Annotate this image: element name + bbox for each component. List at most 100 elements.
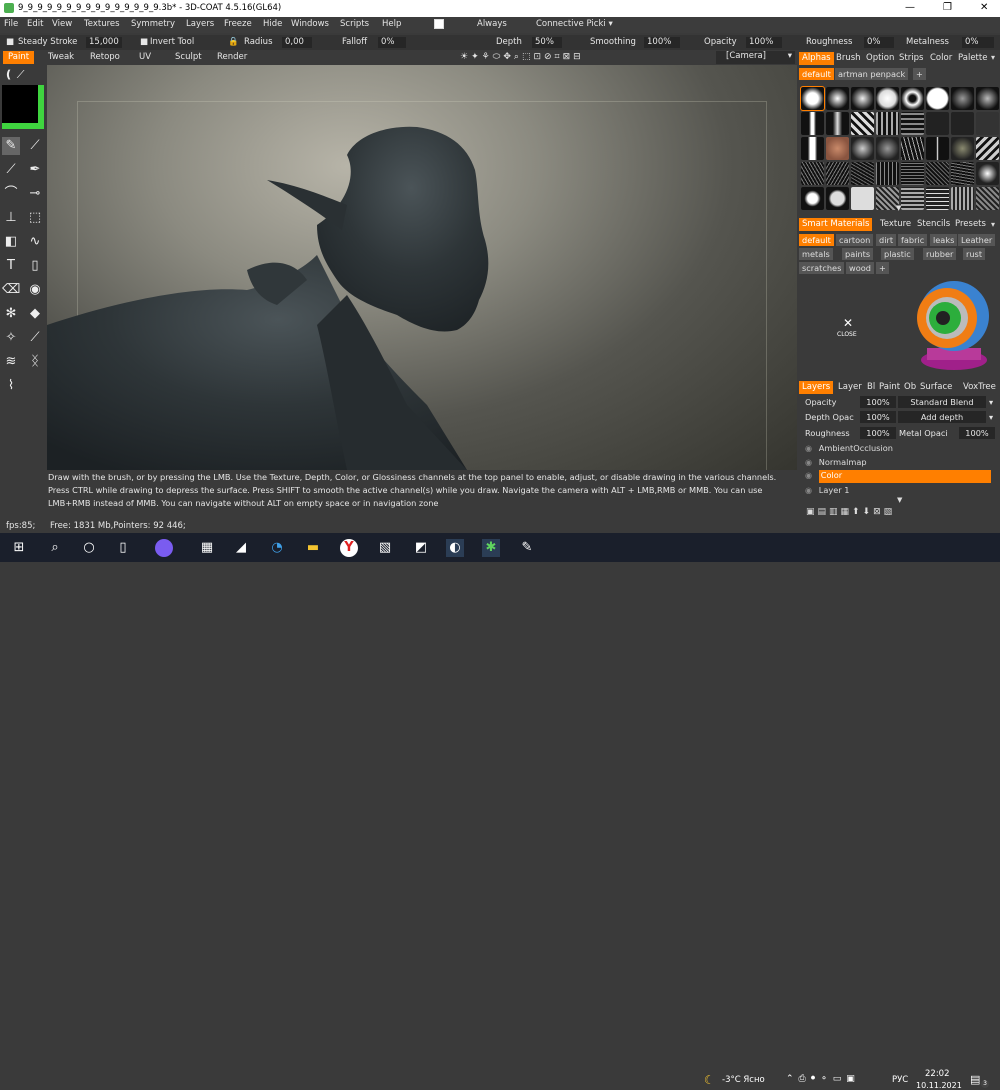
tab-sculpt[interactable]: Sculpt [170,51,207,64]
butterfly-tool-icon[interactable]: ᛝ [26,353,44,371]
alpha-item[interactable] [826,137,849,160]
menu-edit[interactable]: Edit [27,19,43,29]
sm-tag-leaks[interactable]: leaks [930,234,958,246]
tab-render[interactable]: Render [212,51,252,64]
cortana-icon[interactable]: ○ [80,539,98,557]
app-icon[interactable]: ✎ [518,539,536,557]
sm-tag-fabric[interactable]: fabric [898,234,928,246]
wand-tool-icon[interactable]: ✧ [2,329,20,347]
edge-icon[interactable]: ◔ [268,539,286,557]
blend-mode-dropdown[interactable]: Standard Blend [898,396,986,408]
layer-actions[interactable]: ▣▤▥▦⬆⬇⊠▧ [806,507,895,517]
clone-tool-icon[interactable]: ⬚ [26,209,44,227]
alpha-preset-artman[interactable]: artman penpack [835,68,909,80]
alpha-item[interactable] [851,137,874,160]
sm-tag-plastic[interactable]: plastic [881,248,914,260]
language-label[interactable]: РУС [892,1075,908,1085]
alpha-item[interactable] [851,112,874,135]
tab-retopo[interactable]: Retopo [85,51,125,64]
alpha-preset-default[interactable]: default [799,68,834,80]
tab-layers[interactable]: Layers [799,381,834,394]
alpha-item[interactable] [951,162,974,185]
alpha-item[interactable] [876,87,899,110]
text-tool-icon[interactable]: T [2,257,20,275]
alpha-item[interactable] [851,87,874,110]
smoothing-input[interactable]: 100% [644,37,680,48]
add-preset-icon[interactable]: + [913,68,926,80]
alpha-item[interactable] [901,162,924,185]
layer-opacity-input[interactable]: 100% [860,396,896,408]
stamp-tool-icon[interactable]: ⊥ [2,209,20,227]
alpha-item[interactable] [926,112,949,135]
material-preview[interactable] [909,276,999,374]
app-icon[interactable]: ▧ [376,539,394,557]
sm-tag-scratches[interactable]: scratches [799,262,845,274]
alpha-item[interactable] [801,112,824,135]
tab-presets[interactable]: Presets [952,218,989,231]
start-icon[interactable]: ⊞ [10,539,28,557]
sm-tag-rubber[interactable]: rubber [923,248,957,260]
connective-dropdown[interactable]: Connective Picki ▾ [536,19,613,29]
brush-tool-icon[interactable]: ✎ [2,137,20,155]
opacity-input[interactable]: 100% [746,37,782,48]
menu-textures[interactable]: Textures [84,19,120,29]
brush-preview-icon[interactable]: ❪ ⟋ [4,68,24,82]
bucket-tool-icon[interactable]: ◆ [26,305,44,323]
close-button[interactable]: ✕ [980,2,988,13]
notification-icon[interactable]: ▤ [970,1073,980,1086]
invert-tool-checkbox[interactable]: ■ [140,37,148,47]
panel-menu-icon[interactable]: ▾ [991,220,995,229]
scroll-down-icon[interactable]: ▼ [897,496,902,504]
alpha-item[interactable] [951,87,974,110]
alpha-item[interactable] [851,187,874,210]
cloth-tool-icon[interactable]: ≋ [2,353,20,371]
steady-stroke-input[interactable]: 15,000 [86,37,122,48]
alpha-item[interactable] [901,87,924,110]
viewport-icons[interactable]: ☀✦⚘⬭✥⌕⬚⊡⊘⌗⊠⊟ [460,52,584,62]
steam-icon[interactable]: ◐ [446,539,464,557]
alpha-item[interactable] [801,162,824,185]
falloff-input[interactable]: 0% [378,37,406,48]
menu-layers[interactable]: Layers [186,19,214,29]
menu-symmetry[interactable]: Symmetry [131,19,175,29]
tab-option[interactable]: Option [863,52,897,65]
tab-layer[interactable]: Layer [835,381,865,394]
depth-mode-dropdown[interactable]: Add depth [898,411,986,423]
always-checkbox[interactable] [434,19,444,29]
tab-uv[interactable]: UV [134,51,156,64]
lock-icon[interactable]: 🔒 [228,37,239,47]
depth-input[interactable]: 50% [532,37,562,48]
calculator-icon[interactable]: ▦ [198,539,216,557]
alpha-item[interactable] [826,187,849,210]
clock-date[interactable]: 10.11.2021 [916,1081,962,1090]
alpha-item[interactable] [901,112,924,135]
airbrush-tool-icon[interactable]: ⟋ [2,161,20,179]
sm-tag-dirt[interactable]: dirt [876,234,897,246]
line-tool-icon[interactable]: ⟋ [26,137,44,155]
smudge-tool-icon[interactable]: ⌒ [2,185,20,203]
tab-palette[interactable]: Palette [955,52,990,65]
fill-tool-icon[interactable]: ◧ [2,233,20,251]
sm-tag-default[interactable]: default [799,234,834,246]
close-x-icon[interactable]: ✕ [843,316,853,330]
eye-icon[interactable]: ◉ [805,470,812,480]
maximize-button[interactable]: ❐ [943,2,952,13]
camera-dropdown[interactable]: [Camera] ▾ [716,51,795,64]
sm-tag-metals[interactable]: metals [799,248,833,260]
alpha-item[interactable] [976,187,999,210]
tray-icons[interactable]: ⌃⎙⏺⚬▭▣ [786,1074,860,1084]
alpha-item[interactable] [976,137,999,160]
alpha-item[interactable] [876,112,899,135]
task-view-icon[interactable]: ▯ [114,539,132,557]
tab-brush[interactable]: Brush [833,52,864,65]
alpha-item[interactable] [951,112,974,135]
metalness-input[interactable]: 0% [962,37,994,48]
alpha-item[interactable] [826,87,849,110]
tab-surface[interactable]: Surface [917,381,955,394]
curve-tool-icon[interactable]: ∿ [26,233,44,251]
3dcoat-icon[interactable]: ✱ [482,539,500,557]
eye-icon[interactable]: ◉ [805,485,812,495]
sm-tag-rust[interactable]: rust [963,248,986,260]
tab-paint-obj[interactable]: Paint [876,381,903,394]
yandex-browser-icon[interactable]: Y [340,539,358,557]
